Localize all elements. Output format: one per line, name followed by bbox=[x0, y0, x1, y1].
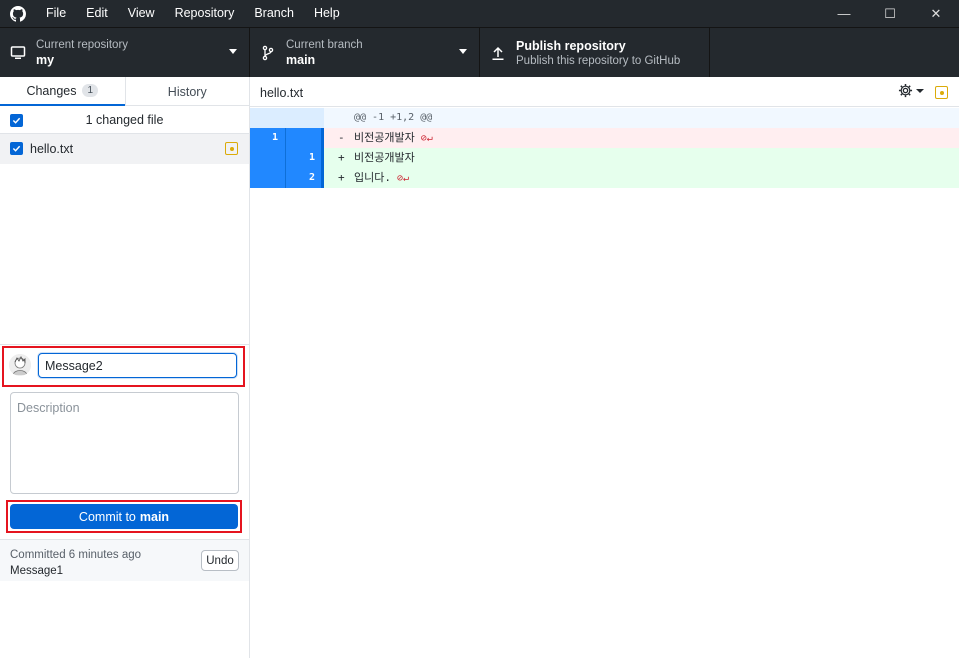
changed-files-count: 1 changed file bbox=[85, 112, 164, 127]
tab-changes[interactable]: Changes 1 bbox=[0, 77, 125, 106]
commit-form: Commit to main bbox=[0, 344, 249, 539]
maximize-button[interactable]: ☐ bbox=[867, 0, 913, 27]
no-newline-icon: ⊘↵ bbox=[390, 173, 410, 184]
branch-icon bbox=[250, 45, 286, 61]
menu-view[interactable]: View bbox=[118, 0, 165, 27]
branch-label: Current branch bbox=[286, 38, 363, 51]
toolbar: Current repository my Current branch mai… bbox=[0, 27, 959, 77]
diff-view: @@ -1 +1,2 @@ 1 - 비전공개발자 ⊘↵ 1 + 비전공개발자 2 +… bbox=[250, 108, 959, 188]
no-newline-icon: ⊘↵ bbox=[414, 133, 433, 144]
last-commit-message: Message1 bbox=[10, 565, 64, 577]
gear-icon bbox=[898, 83, 913, 98]
desktop-icon bbox=[0, 45, 36, 61]
avatar bbox=[9, 354, 31, 376]
select-all-checkbox[interactable] bbox=[10, 114, 23, 127]
diff-line-deleted[interactable]: 1 - 비전공개발자 ⊘↵ bbox=[250, 128, 959, 148]
chevron-down-icon bbox=[229, 49, 237, 54]
diff-line-text: 비전공개발자 bbox=[354, 131, 415, 144]
check-icon bbox=[12, 145, 21, 152]
diff-header: hello.txt bbox=[250, 77, 959, 107]
menu-edit[interactable]: Edit bbox=[76, 0, 118, 27]
commit-button-branch: main bbox=[139, 509, 170, 524]
diff-file-name: hello.txt bbox=[260, 86, 304, 100]
tab-history[interactable]: History bbox=[124, 77, 250, 106]
commit-summary-input[interactable] bbox=[38, 353, 237, 378]
github-logo-icon bbox=[0, 0, 36, 27]
sidebar-tabs: Changes 1 History bbox=[0, 77, 249, 106]
close-button[interactable]: ✕ bbox=[913, 0, 959, 27]
menu-bar: File Edit View Repository Branch Help bbox=[36, 0, 350, 27]
branch-name: main bbox=[286, 52, 316, 67]
diff-line-text: 입니다. bbox=[354, 171, 391, 184]
menu-help[interactable]: Help bbox=[304, 0, 350, 27]
last-commit-time: Committed 6 minutes ago bbox=[10, 549, 142, 561]
check-icon bbox=[12, 117, 21, 124]
undo-button[interactable]: Undo bbox=[201, 550, 239, 571]
new-line-number: 2 bbox=[308, 172, 315, 183]
diff-marker: + bbox=[338, 171, 345, 184]
chevron-down-icon bbox=[459, 49, 467, 54]
repository-name: my bbox=[36, 52, 55, 67]
commit-description-input[interactable] bbox=[10, 392, 239, 494]
file-modified-icon bbox=[935, 86, 948, 99]
menu-repository[interactable]: Repository bbox=[165, 0, 245, 27]
new-line-number: 1 bbox=[308, 152, 315, 163]
last-commit-panel: Committed 6 minutes ago Message1 Undo bbox=[0, 539, 249, 581]
old-line-number: 1 bbox=[250, 128, 286, 148]
window-controls: — ☐ ✕ bbox=[821, 0, 959, 27]
title-bar: File Edit View Repository Branch Help — … bbox=[0, 0, 959, 27]
diff-line-text: 비전공개발자 bbox=[354, 151, 415, 164]
file-modified-icon bbox=[225, 142, 238, 155]
commit-button[interactable]: Commit to main bbox=[10, 504, 238, 529]
publish-title: Publish repository bbox=[516, 38, 626, 53]
publish-subtitle: Publish this repository to GitHub bbox=[516, 54, 681, 67]
commit-button-prefix: Commit to bbox=[78, 509, 136, 524]
diff-options-button[interactable] bbox=[898, 83, 924, 98]
upload-icon bbox=[480, 45, 516, 61]
diff-marker: + bbox=[338, 151, 345, 164]
old-line-number bbox=[250, 148, 286, 168]
diff-marker: - bbox=[338, 131, 345, 144]
hunk-header[interactable]: @@ -1 +1,2 @@ bbox=[250, 108, 959, 128]
current-repository-button[interactable]: Current repository my bbox=[0, 28, 250, 77]
repository-label: Current repository bbox=[36, 38, 129, 51]
new-line-number bbox=[286, 128, 322, 148]
menu-file[interactable]: File bbox=[36, 0, 76, 27]
file-list-item[interactable]: hello.txt bbox=[0, 134, 249, 164]
publish-repository-button[interactable]: Publish repository Publish this reposito… bbox=[480, 28, 710, 77]
hunk-header-text: @@ -1 +1,2 @@ bbox=[354, 112, 433, 123]
changes-count-badge: 1 bbox=[82, 84, 99, 97]
diff-line-added[interactable]: 2 + 입니다. ⊘↵ bbox=[250, 168, 959, 188]
current-branch-button[interactable]: Current branch main bbox=[250, 28, 480, 77]
file-checkbox[interactable] bbox=[10, 142, 23, 155]
menu-branch[interactable]: Branch bbox=[244, 0, 304, 27]
tab-history-label: History bbox=[167, 84, 207, 99]
chevron-down-icon bbox=[916, 88, 924, 93]
tab-changes-label: Changes bbox=[26, 83, 77, 98]
diff-line-added[interactable]: 1 + 비전공개발자 bbox=[250, 148, 959, 168]
minimize-button[interactable]: — bbox=[821, 0, 867, 27]
file-name: hello.txt bbox=[30, 141, 74, 156]
changed-files-header: 1 changed file bbox=[0, 106, 249, 134]
old-line-number bbox=[250, 168, 286, 188]
